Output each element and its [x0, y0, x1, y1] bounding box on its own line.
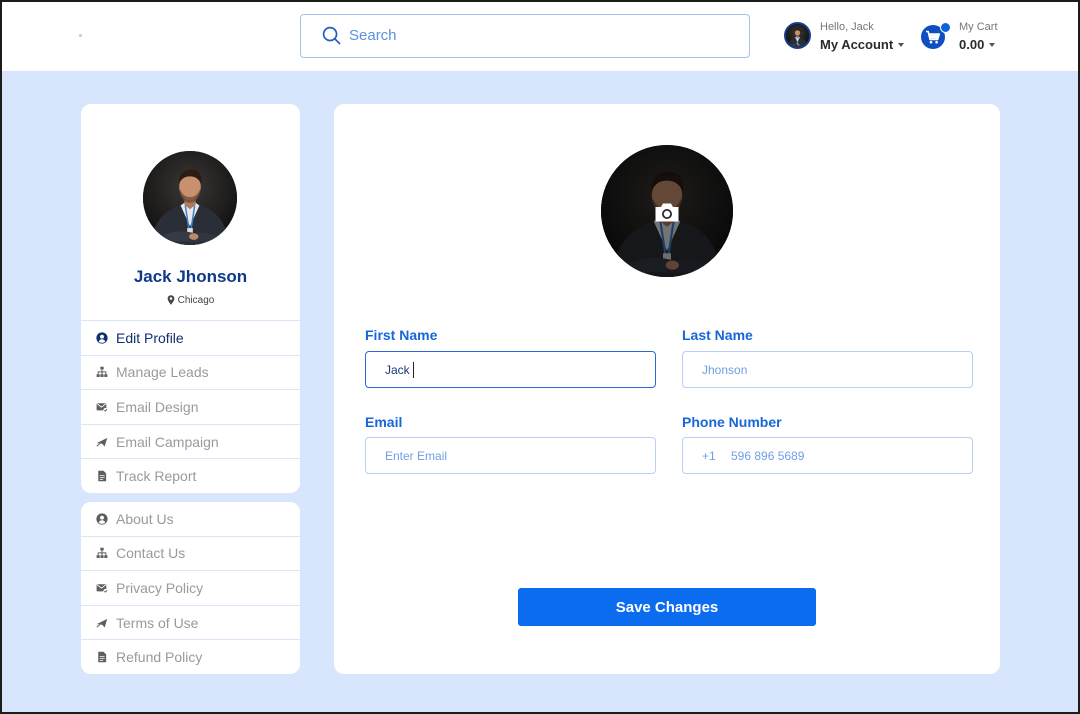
sidebar-item-manage-leads[interactable]: Manage Leads — [81, 354, 300, 390]
profile-avatar — [143, 151, 237, 245]
cart-label: My Cart — [959, 21, 998, 33]
cart-icon — [926, 30, 941, 44]
envelope-icon — [96, 401, 108, 413]
save-changes-button[interactable]: Save Changes — [518, 588, 816, 626]
email-label: Email — [365, 414, 403, 430]
first-name-label: First Name — [365, 327, 438, 343]
account-label[interactable]: My Account — [820, 37, 905, 52]
sidebar-item-label: Track Report — [116, 468, 197, 485]
sidebar-item-label: Edit Profile — [116, 329, 184, 346]
top-bar: Hello, Jack My Account My Cart 0.00 — [0, 0, 1080, 71]
last-name-input[interactable] — [702, 352, 964, 387]
sidebar-item-label: Email Campaign — [116, 433, 219, 450]
sidebar-link-privacy-policy[interactable]: Privacy Policy — [81, 570, 300, 605]
phone-input[interactable] — [731, 438, 966, 473]
cart-amount[interactable]: 0.00 — [959, 37, 996, 52]
account-label-text: My Account — [820, 37, 894, 52]
edit-profile-panel: First Name Last Name Email Phone Number … — [334, 104, 1000, 674]
sidebar-link-label: Privacy Policy — [116, 579, 204, 596]
profile-sidebar: Jack Jhonson Chicago Edit Profile Manage … — [81, 104, 300, 493]
sidebar-link-about-us[interactable]: About Us — [81, 502, 300, 536]
chevron-down-icon — [898, 42, 905, 47]
first-name-field[interactable] — [365, 351, 656, 388]
sidebar-link-refund-policy[interactable]: Refund Policy — [81, 639, 300, 674]
document-icon — [96, 470, 108, 482]
sidebar-link-label: Refund Policy — [116, 649, 203, 666]
sidebar-item-email-campaign[interactable]: Email Campaign — [81, 423, 300, 459]
sidebar-link-label: Contact Us — [116, 545, 186, 562]
location-text: Chicago — [177, 294, 215, 306]
send-icon — [96, 436, 108, 448]
user-avatar[interactable] — [784, 22, 811, 49]
user-circle-icon — [96, 513, 108, 525]
last-name-field[interactable] — [682, 351, 973, 388]
email-input[interactable] — [385, 438, 647, 473]
email-field[interactable] — [365, 437, 656, 474]
sitemap-icon — [96, 366, 108, 378]
cart-badge — [940, 22, 951, 33]
info-links-card: About Us Contact Us Privacy Policy Terms of… — [81, 502, 300, 674]
chevron-down-icon — [989, 42, 996, 47]
profile-name: Jack Jhonson — [133, 267, 248, 286]
sitemap-icon — [96, 547, 108, 559]
sidebar-link-terms-of-use[interactable]: Terms of Use — [81, 604, 300, 640]
sidebar-menu: Edit Profile Manage Leads Email Design Emai… — [81, 320, 300, 493]
app-window: Hello, Jack My Account My Cart 0.00 Jack… — [0, 0, 1080, 714]
sidebar-item-email-design[interactable]: Email Design — [81, 389, 300, 424]
profile-photo-upload[interactable] — [601, 145, 733, 277]
phone-field[interactable]: +1 — [682, 437, 973, 474]
text-cursor — [413, 362, 414, 378]
envelope-icon — [96, 582, 108, 594]
search-bar[interactable] — [300, 14, 750, 58]
first-name-input[interactable] — [385, 352, 647, 387]
sidebar-link-contact-us[interactable]: Contact Us — [81, 535, 300, 571]
user-circle-icon — [96, 332, 108, 344]
cart-amount-text: 0.00 — [959, 37, 985, 52]
profile-location: Chicago — [81, 293, 300, 307]
logo[interactable] — [79, 34, 82, 37]
account-menu[interactable]: Hello, Jack My Account — [784, 18, 909, 54]
search-icon[interactable] — [322, 26, 341, 45]
send-icon — [96, 617, 108, 629]
sidebar-link-label: Terms of Use — [116, 614, 199, 631]
document-icon — [96, 651, 108, 663]
info-links: About Us Contact Us Privacy Policy Terms of… — [81, 502, 300, 674]
sidebar-item-track-report[interactable]: Track Report — [81, 458, 300, 493]
phone-label: Phone Number — [682, 414, 782, 430]
camera-icon[interactable] — [654, 202, 680, 223]
country-code[interactable]: +1 — [702, 438, 716, 473]
location-pin-icon — [167, 295, 175, 305]
sidebar-item-label: Email Design — [116, 398, 199, 415]
last-name-label: Last Name — [682, 327, 753, 343]
sidebar-item-edit-profile[interactable]: Edit Profile — [81, 320, 300, 355]
account-greeting: Hello, Jack — [820, 21, 874, 33]
sidebar-link-label: About Us — [116, 510, 174, 527]
search-input[interactable] — [349, 15, 734, 56]
cart-menu[interactable]: My Cart 0.00 — [921, 18, 1003, 54]
sidebar-item-label: Manage Leads — [116, 364, 209, 381]
